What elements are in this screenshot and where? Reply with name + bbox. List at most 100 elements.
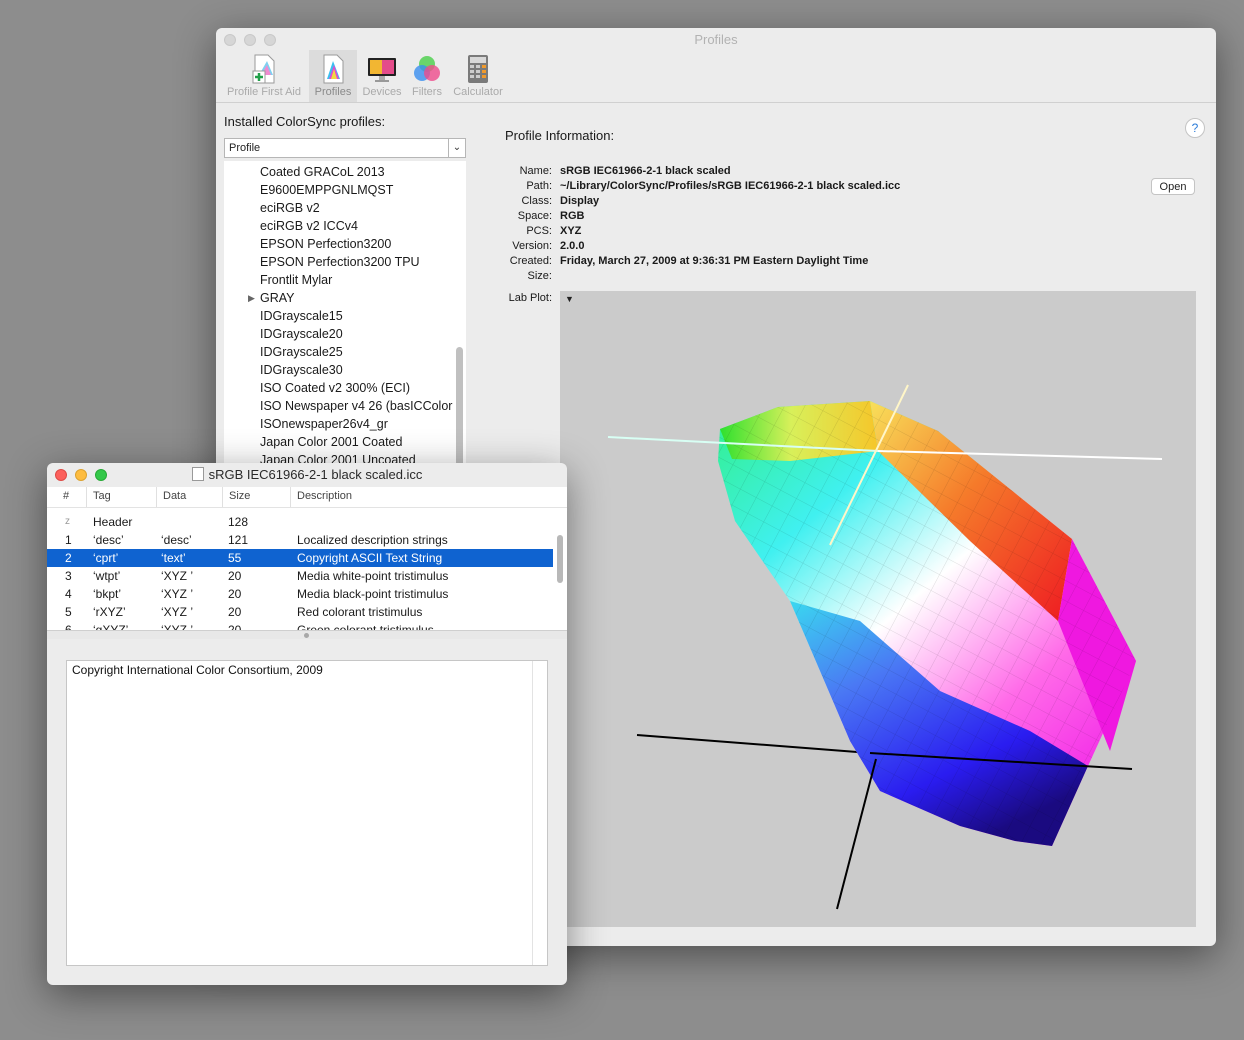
toolbar-filters[interactable]: Filters bbox=[407, 50, 447, 102]
tag-table[interactable]: # Tag Data Size Description z Header 128 1 ‘… bbox=[47, 487, 567, 630]
row-number: 3 bbox=[65, 569, 72, 583]
devices-icon bbox=[368, 58, 396, 82]
row-size: 20 bbox=[228, 587, 242, 601]
row-number: 1 bbox=[65, 533, 72, 547]
row-number: 6 bbox=[65, 623, 72, 630]
zoom-button[interactable] bbox=[95, 469, 107, 481]
profile-list[interactable]: Coated GRACoL 2013 E9600EMPPGNLMQST eciRGB… bbox=[224, 161, 466, 471]
divider-handle-icon[interactable] bbox=[304, 633, 309, 638]
profile-list-item[interactable]: Japan Color 2001 Coated bbox=[260, 433, 402, 451]
pcs-value: XYZ bbox=[560, 225, 582, 237]
profile-list-item[interactable]: IDGrayscale20 bbox=[260, 325, 343, 343]
row-tag: ‘bkpt’ bbox=[93, 587, 122, 601]
row-description: Media black-point tristimulus bbox=[297, 587, 449, 601]
profile-list-item[interactable]: ISO Newspaper v4 26 (basICColor bbox=[260, 397, 452, 415]
space-key: Space: bbox=[517, 210, 552, 222]
scrollbar-thumb[interactable] bbox=[557, 535, 563, 583]
scrollbar-track[interactable] bbox=[532, 661, 547, 965]
row-description: Red colorant tristimulus bbox=[297, 605, 423, 619]
profile-list-item[interactable]: eciRGB v2 bbox=[260, 199, 320, 217]
row-data: ‘XYZ ’ bbox=[161, 623, 194, 630]
column-header-description[interactable]: Description bbox=[291, 487, 553, 507]
toolbar-label: Devices bbox=[362, 86, 402, 98]
table-row[interactable]: 3 ‘wtpt’ ‘XYZ ’ 20 Media white-point tristim… bbox=[47, 567, 553, 585]
class-key: Class: bbox=[521, 195, 552, 207]
path-key: Path: bbox=[526, 180, 552, 192]
profile-column-header[interactable]: Profile ⌄ bbox=[224, 138, 466, 158]
row-number: z bbox=[65, 516, 70, 527]
open-button[interactable]: Open bbox=[1151, 178, 1195, 195]
toolbar-devices[interactable]: Devices bbox=[359, 50, 405, 102]
table-row[interactable]: 4 ‘bkpt’ ‘XYZ ’ 20 Media black-point tristim… bbox=[47, 585, 553, 603]
profile-list-item[interactable]: Frontlit Mylar bbox=[260, 271, 332, 289]
profile-list-item[interactable]: ISO Coated v2 300% (ECI) bbox=[260, 379, 410, 397]
icc-window-title: sRGB IEC61966-2-1 black scaled.icc bbox=[208, 467, 423, 482]
help-button[interactable]: ? bbox=[1185, 118, 1205, 138]
row-tag: ‘wtpt’ bbox=[93, 569, 121, 583]
created-value: Friday, March 27, 2009 at 9:36:31 PM Eas… bbox=[560, 255, 869, 267]
space-value: RGB bbox=[560, 210, 585, 222]
row-data: ‘XYZ ’ bbox=[161, 569, 194, 583]
tag-content-view[interactable]: Copyright International Color Consortium… bbox=[66, 660, 548, 966]
toolbar-profile-first-aid[interactable]: Profile First Aid bbox=[222, 50, 306, 102]
table-row[interactable]: 2 ‘cprt’ ‘text’ 55 Copyright ASCII Text Stri… bbox=[47, 549, 553, 567]
installed-profiles-label: Installed ColorSync profiles: bbox=[224, 114, 386, 129]
table-row[interactable]: 6 ‘gXYZ’ ‘XYZ ’ 20 Green colorant tristimulu… bbox=[47, 621, 553, 630]
row-description: Media white-point tristimulus bbox=[297, 569, 449, 583]
profile-list-item[interactable]: GRAY bbox=[260, 289, 295, 307]
chevron-down-icon[interactable]: ⌄ bbox=[448, 139, 465, 157]
version-value: 2.0.0 bbox=[560, 240, 585, 252]
row-size: 20 bbox=[228, 605, 242, 619]
disclosure-triangle-icon[interactable]: ▼ bbox=[565, 294, 574, 304]
row-size: 20 bbox=[228, 623, 242, 630]
icc-window-titlebar: sRGB IEC61966-2-1 black scaled.icc bbox=[47, 463, 567, 488]
profile-list-item[interactable]: E9600EMPPGNLMQST bbox=[260, 181, 393, 199]
lab-gamut-plot bbox=[607, 384, 1163, 910]
profiles-icon bbox=[323, 54, 344, 84]
profile-list-item[interactable]: IDGrayscale15 bbox=[260, 307, 343, 325]
row-number: 5 bbox=[65, 605, 72, 619]
disclosure-triangle-icon[interactable]: ▶ bbox=[248, 289, 255, 307]
table-row[interactable]: 1 ‘desc’ ‘desc’ 121 Localized description st… bbox=[47, 531, 553, 549]
window-title: Profiles bbox=[694, 32, 738, 47]
lab-plot[interactable] bbox=[560, 291, 1196, 927]
row-number: 4 bbox=[65, 587, 72, 601]
column-header-number[interactable]: # bbox=[59, 487, 87, 507]
column-header-data[interactable]: Data bbox=[157, 487, 223, 507]
column-header-tag[interactable]: Tag bbox=[87, 487, 157, 507]
calculator-icon bbox=[468, 55, 488, 83]
name-value: sRGB IEC61966-2-1 black scaled bbox=[560, 165, 731, 177]
row-tag: ‘cprt’ bbox=[93, 551, 119, 565]
profile-list-item[interactable]: EPSON Perfection3200 TPU bbox=[260, 253, 420, 271]
close-button[interactable] bbox=[55, 469, 67, 481]
row-number: 2 bbox=[65, 551, 72, 565]
row-data: ‘text’ bbox=[161, 551, 186, 565]
row-size: 55 bbox=[228, 551, 242, 565]
first-aid-icon bbox=[252, 54, 275, 84]
created-key: Created: bbox=[509, 255, 552, 267]
row-tag: ‘gXYZ’ bbox=[93, 623, 129, 630]
row-data: ‘desc’ bbox=[161, 533, 192, 547]
profile-list-item[interactable]: Coated GRACoL 2013 bbox=[260, 163, 385, 181]
profile-list-item[interactable]: EPSON Perfection3200 bbox=[260, 235, 391, 253]
split-divider[interactable] bbox=[47, 630, 567, 639]
class-value: Display bbox=[560, 195, 600, 207]
table-row[interactable]: 5 ‘rXYZ’ ‘XYZ ’ 20 Red colorant tristimulus bbox=[47, 603, 553, 621]
profile-list-item[interactable]: IDGrayscale25 bbox=[260, 343, 343, 361]
profile-list-item[interactable]: IDGrayscale30 bbox=[260, 361, 343, 379]
profile-information-heading: Profile Information: bbox=[505, 128, 615, 143]
profile-list-item[interactable]: ISOnewspaper26v4_gr bbox=[260, 415, 388, 433]
row-description: Copyright ASCII Text String bbox=[297, 551, 443, 565]
column-header-size[interactable]: Size bbox=[223, 487, 291, 507]
table-row[interactable]: z Header 128 bbox=[47, 513, 553, 531]
minimize-button[interactable] bbox=[75, 469, 87, 481]
row-data: ‘XYZ ’ bbox=[161, 605, 194, 619]
scrollbar-thumb[interactable] bbox=[456, 347, 463, 467]
row-description: Green colorant tristimulus bbox=[297, 623, 434, 630]
toolbar-calculator[interactable]: Calculator bbox=[449, 50, 507, 102]
toolbar-profiles[interactable]: Profiles bbox=[309, 50, 357, 102]
row-tag: ‘desc’ bbox=[93, 533, 124, 547]
icc-file-window: sRGB IEC61966-2-1 black scaled.icc # Tag… bbox=[47, 463, 567, 985]
profile-list-item[interactable]: eciRGB v2 ICCv4 bbox=[260, 217, 358, 235]
name-key: Name: bbox=[519, 165, 552, 177]
